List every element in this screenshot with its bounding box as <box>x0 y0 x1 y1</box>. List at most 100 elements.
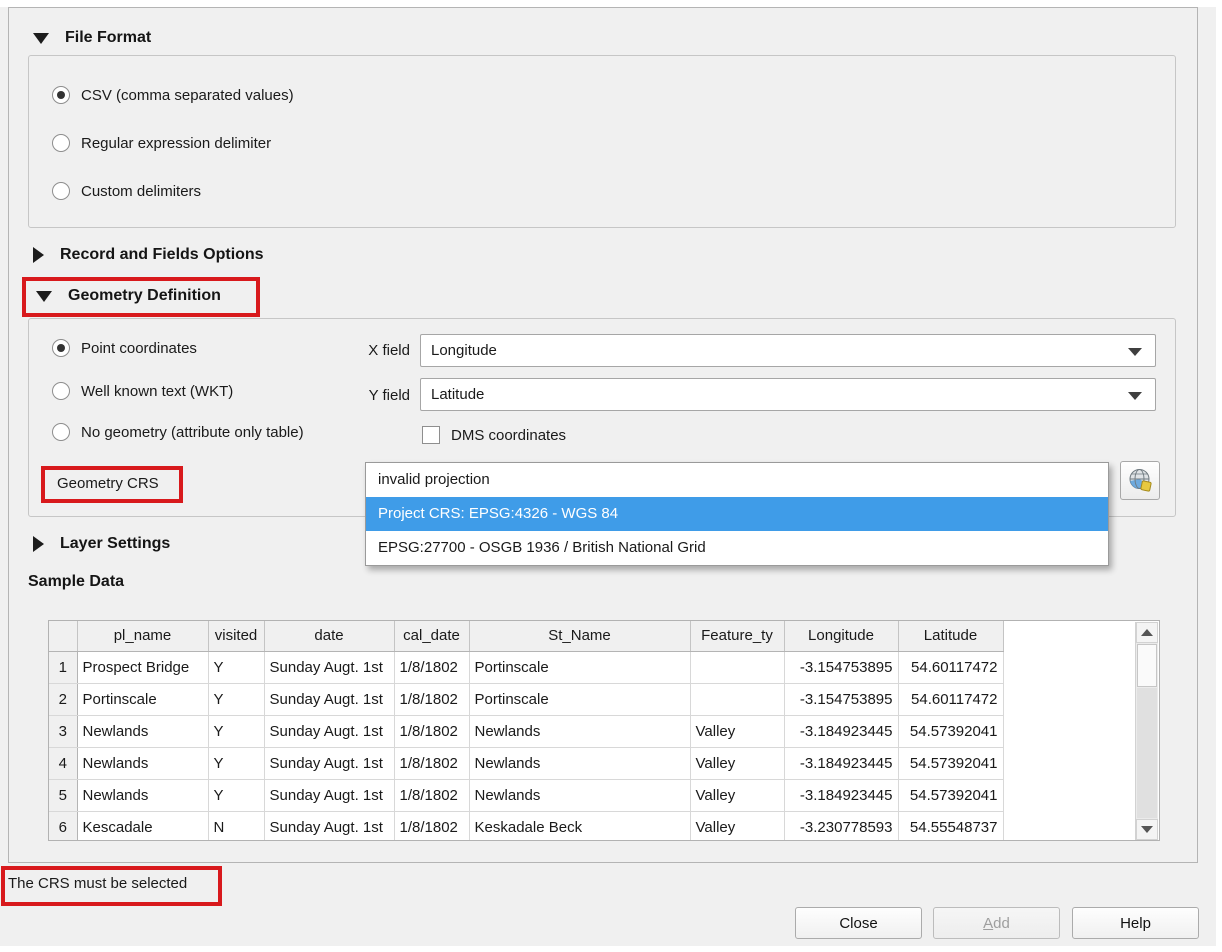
table-cell[interactable]: 54.57392041 <box>898 747 1003 779</box>
x-field-combobox[interactable]: Longitude <box>420 334 1156 367</box>
table-cell[interactable] <box>690 683 784 715</box>
crs-selector-button[interactable] <box>1120 461 1160 500</box>
scrollbar-track[interactable] <box>1137 688 1157 818</box>
crs-option-invalid[interactable]: invalid projection <box>366 463 1108 497</box>
help-button[interactable]: Help <box>1072 907 1199 939</box>
column-header[interactable]: Latitude <box>898 621 1003 651</box>
column-header[interactable]: Longitude <box>784 621 898 651</box>
checkbox-icon[interactable] <box>422 426 440 444</box>
annotation-geometry-definition <box>22 277 260 317</box>
table-cell[interactable]: 1/8/1802 <box>394 651 469 683</box>
table-cell[interactable]: -3.184923445 <box>784 715 898 747</box>
table-cell[interactable]: N <box>208 811 264 841</box>
row-number-cell[interactable]: 2 <box>49 683 77 715</box>
table-cell[interactable]: Y <box>208 683 264 715</box>
table-cell[interactable]: Y <box>208 779 264 811</box>
section-file-format[interactable]: File Format <box>33 29 151 47</box>
collapse-arrow-down-icon[interactable] <box>33 33 49 44</box>
table-cell[interactable]: Sunday Augt. 1st <box>264 747 394 779</box>
chevron-down-icon[interactable] <box>1128 348 1142 356</box>
scrollbar-up-button[interactable] <box>1136 622 1158 643</box>
row-number-cell[interactable]: 6 <box>49 811 77 841</box>
table-cell[interactable]: Sunday Augt. 1st <box>264 811 394 841</box>
table-cell[interactable]: 1/8/1802 <box>394 747 469 779</box>
row-number-cell[interactable]: 1 <box>49 651 77 683</box>
radio-button-icon[interactable] <box>52 134 70 152</box>
table-cell[interactable] <box>690 651 784 683</box>
column-header[interactable]: pl_name <box>77 621 208 651</box>
column-header[interactable]: St_Name <box>469 621 690 651</box>
add-button[interactable]: Add <box>933 907 1060 939</box>
chevron-down-icon[interactable] <box>1128 392 1142 400</box>
row-number-cell[interactable]: 5 <box>49 779 77 811</box>
radio-regex-delimiter[interactable]: Regular expression delimiter <box>52 132 271 154</box>
column-header[interactable]: cal_date <box>394 621 469 651</box>
table-cell[interactable]: Newlands <box>469 747 690 779</box>
table-cell[interactable]: 1/8/1802 <box>394 715 469 747</box>
table-cell[interactable]: Newlands <box>469 715 690 747</box>
table-cell[interactable]: -3.230778593 <box>784 811 898 841</box>
scrollbar-thumb[interactable] <box>1137 644 1157 687</box>
radio-button-icon[interactable] <box>52 423 70 441</box>
close-button[interactable]: Close <box>795 907 922 939</box>
table-cell[interactable]: 1/8/1802 <box>394 811 469 841</box>
table-cell[interactable]: Keskadale Beck <box>469 811 690 841</box>
radio-button-icon[interactable] <box>52 86 70 104</box>
radio-csv[interactable]: CSV (comma separated values) <box>52 84 294 106</box>
table-cell[interactable]: Valley <box>690 715 784 747</box>
column-header[interactable]: visited <box>208 621 264 651</box>
row-number-cell[interactable]: 3 <box>49 715 77 747</box>
table-cell[interactable]: Kescadale <box>77 811 208 841</box>
section-record-fields-options[interactable]: Record and Fields Options <box>33 246 264 264</box>
radio-button-icon[interactable] <box>52 182 70 200</box>
column-header[interactable]: date <box>264 621 394 651</box>
table-cell[interactable]: Valley <box>690 779 784 811</box>
table-cell[interactable]: Y <box>208 715 264 747</box>
crs-option-epsg27700[interactable]: EPSG:27700 - OSGB 1936 / British Nationa… <box>366 531 1108 565</box>
table-cell[interactable]: -3.154753895 <box>784 683 898 715</box>
radio-button-icon[interactable] <box>52 339 70 357</box>
radio-custom-delimiters[interactable]: Custom delimiters <box>52 180 201 202</box>
row-number-cell[interactable]: 4 <box>49 747 77 779</box>
table-cell[interactable]: -3.154753895 <box>784 651 898 683</box>
radio-wkt[interactable]: Well known text (WKT) <box>52 380 233 402</box>
table-cell[interactable]: 1/8/1802 <box>394 683 469 715</box>
radio-point-coordinates[interactable]: Point coordinates <box>52 337 197 359</box>
collapse-arrow-right-icon[interactable] <box>33 536 44 552</box>
table-cell[interactable]: Y <box>208 651 264 683</box>
table-cell[interactable]: Sunday Augt. 1st <box>264 651 394 683</box>
table-cell[interactable]: -3.184923445 <box>784 747 898 779</box>
table-cell[interactable]: Sunday Augt. 1st <box>264 715 394 747</box>
section-layer-settings[interactable]: Layer Settings <box>33 535 170 553</box>
table-cell[interactable]: Portinscale <box>77 683 208 715</box>
crs-option-project-crs[interactable]: Project CRS: EPSG:4326 - WGS 84 <box>366 497 1108 531</box>
table-cell[interactable]: 54.60117472 <box>898 683 1003 715</box>
table-cell[interactable]: Newlands <box>77 715 208 747</box>
table-cell[interactable]: Portinscale <box>469 683 690 715</box>
table-cell[interactable]: Valley <box>690 811 784 841</box>
table-cell[interactable]: 54.55548737 <box>898 811 1003 841</box>
dms-coordinates-checkbox-row[interactable]: DMS coordinates <box>422 424 566 446</box>
table-cell[interactable]: Newlands <box>77 747 208 779</box>
table-cell[interactable]: 54.57392041 <box>898 715 1003 747</box>
radio-no-geometry[interactable]: No geometry (attribute only table) <box>52 421 304 443</box>
table-cell[interactable]: Newlands <box>469 779 690 811</box>
collapse-arrow-right-icon[interactable] <box>33 247 44 263</box>
table-cell[interactable]: Sunday Augt. 1st <box>264 683 394 715</box>
table-cell[interactable]: -3.184923445 <box>784 779 898 811</box>
table-cell[interactable]: 54.57392041 <box>898 779 1003 811</box>
scrollbar-down-button[interactable] <box>1136 819 1158 840</box>
table-cell[interactable]: Prospect Bridge <box>77 651 208 683</box>
column-header[interactable]: Feature_ty <box>690 621 784 651</box>
table-cell[interactable]: Portinscale <box>469 651 690 683</box>
table-cell[interactable]: 54.60117472 <box>898 651 1003 683</box>
table-cell[interactable]: Sunday Augt. 1st <box>264 779 394 811</box>
vertical-scrollbar[interactable] <box>1135 622 1158 840</box>
table-cell[interactable]: Newlands <box>77 779 208 811</box>
column-header[interactable] <box>49 621 77 651</box>
y-field-combobox[interactable]: Latitude <box>420 378 1156 411</box>
table-cell[interactable]: Y <box>208 747 264 779</box>
table-cell[interactable]: 1/8/1802 <box>394 779 469 811</box>
table-cell[interactable]: Valley <box>690 747 784 779</box>
radio-button-icon[interactable] <box>52 382 70 400</box>
